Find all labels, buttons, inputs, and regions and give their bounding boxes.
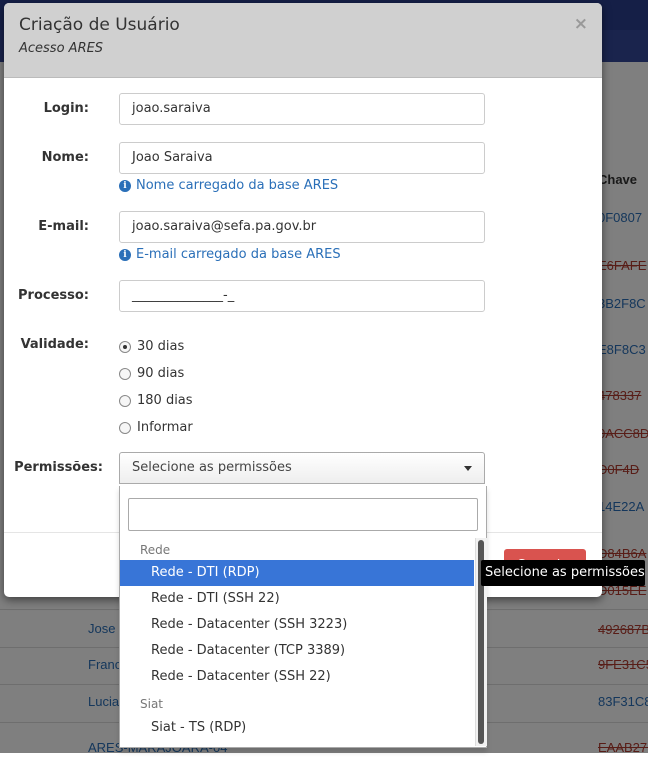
close-icon[interactable]: × xyxy=(574,14,588,34)
tooltip: Selecione as permissões xyxy=(481,560,645,586)
validade-option-informar[interactable]: Informar xyxy=(119,420,193,435)
radio-label: 90 dias xyxy=(137,366,185,381)
validade-option-90[interactable]: 90 dias xyxy=(119,366,184,381)
login-field[interactable]: joao.saraiva xyxy=(119,93,485,125)
radio-icon[interactable] xyxy=(119,394,131,407)
radio-icon[interactable] xyxy=(119,421,131,434)
permissoes-select[interactable]: Selecione as permissões xyxy=(119,452,485,484)
login-label: Login: xyxy=(43,101,89,116)
email-help: i E-mail carregado da base ARES xyxy=(119,247,341,262)
option-item[interactable]: Rede - Datacenter (SSH 3223) xyxy=(120,612,474,638)
nome-help-text: Nome carregado da base ARES xyxy=(136,178,339,193)
caret-down-icon xyxy=(464,466,472,471)
processo-label: Processo: xyxy=(18,288,89,303)
permissoes-select-value: Selecione as permissões xyxy=(132,460,292,475)
option-item[interactable]: Siat - TS (RDP) xyxy=(120,715,474,741)
processo-field[interactable]: ______________-_ xyxy=(119,280,485,312)
option-item[interactable]: Rede - DTI (SSH 22) xyxy=(120,586,474,612)
validade-option-30[interactable]: 30 dias xyxy=(119,339,184,354)
radio-label: 30 dias xyxy=(137,339,185,354)
option-item[interactable]: Rede - DTI (RDP) xyxy=(120,560,474,586)
nome-label: Nome: xyxy=(41,150,89,165)
validade-option-180[interactable]: 180 dias xyxy=(119,393,193,408)
permissoes-label: Permissões: xyxy=(14,460,103,475)
option-group-label: Siat xyxy=(140,697,164,711)
radio-icon[interactable] xyxy=(119,367,131,380)
modal-title: Criação de Usuário xyxy=(19,15,180,35)
email-field[interactable]: joao.saraiva@sefa.pa.gov.br xyxy=(119,211,485,243)
radio-label: 180 dias xyxy=(137,393,193,408)
nome-field[interactable]: Joao Saraiva xyxy=(119,142,485,174)
nome-help: i Nome carregado da base ARES xyxy=(119,178,338,193)
option-group-label: Rede xyxy=(140,543,171,557)
option-item[interactable]: Rede - Datacenter (SSH 22) xyxy=(120,664,474,690)
validade-label: Validade: xyxy=(20,337,89,352)
info-icon: i xyxy=(119,248,131,261)
option-item[interactable]: Rede - Datacenter (TCP 3389) xyxy=(120,638,474,664)
radio-checked-icon[interactable] xyxy=(119,340,131,353)
modal-header: Criação de Usuário Acesso ARES × xyxy=(4,3,602,78)
email-label: E-mail: xyxy=(38,219,89,234)
radio-label: Informar xyxy=(137,420,193,435)
info-icon: i xyxy=(119,179,131,192)
permissoes-options-list: Rede Rede - DTI (RDP) Rede - DTI (SSH 22… xyxy=(120,538,474,748)
email-help-text: E-mail carregado da base ARES xyxy=(136,247,341,262)
permissoes-dropdown: Rede Rede - DTI (RDP) Rede - DTI (SSH 22… xyxy=(119,486,487,748)
modal-subtitle: Acesso ARES xyxy=(19,41,104,56)
permissoes-search-input[interactable] xyxy=(128,498,478,531)
